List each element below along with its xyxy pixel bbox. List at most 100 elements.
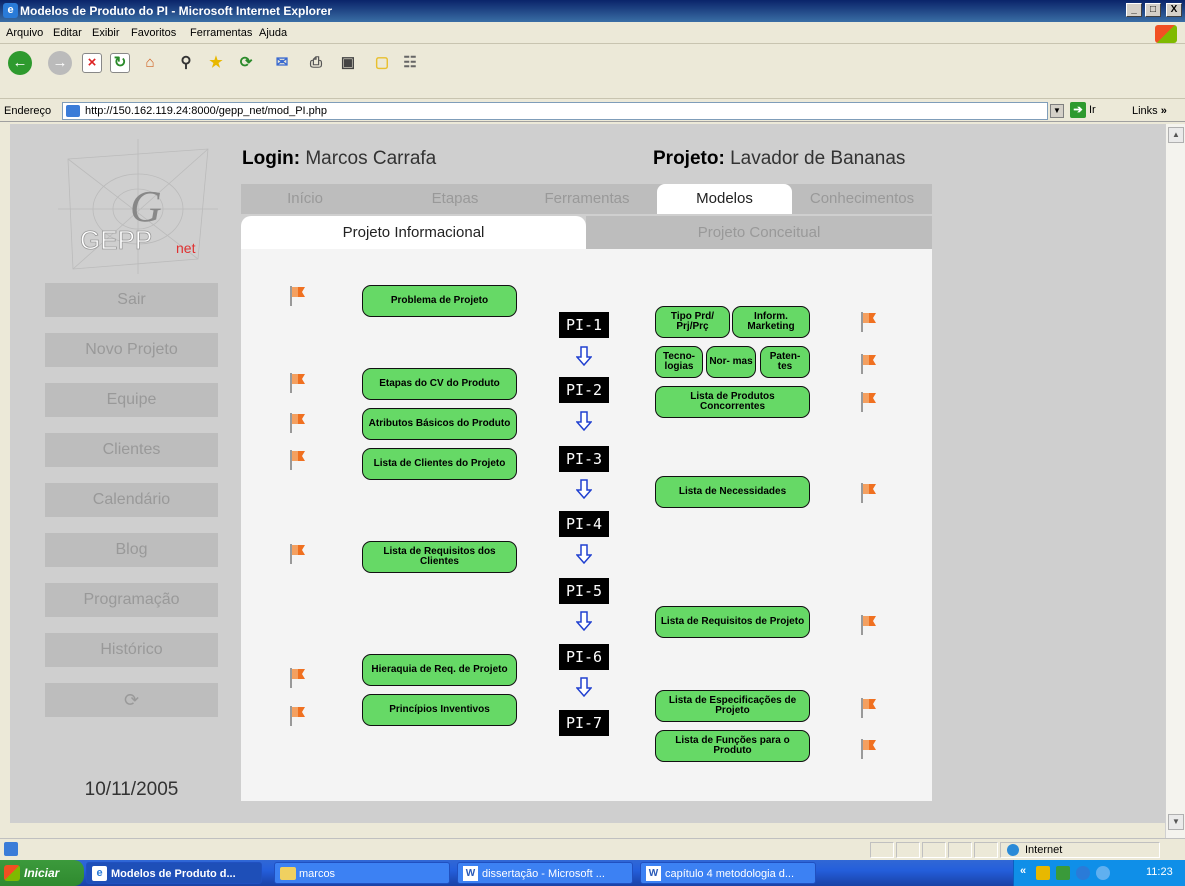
flag-icon[interactable] xyxy=(860,697,878,719)
sidebar-programacao[interactable]: Programação xyxy=(45,583,218,617)
task-dissertacao[interactable]: Wdissertação - Microsoft ... xyxy=(457,862,633,884)
sidebar-calendario[interactable]: Calendário xyxy=(45,483,218,517)
sidebar-blog[interactable]: Blog xyxy=(45,533,218,567)
address-input[interactable]: http://150.162.119.24:8000/gepp_net/mod_… xyxy=(62,102,1048,120)
model-problema-de-projeto[interactable]: Problema de Projeto xyxy=(362,285,517,317)
address-dropdown-icon[interactable]: ▼ xyxy=(1050,104,1064,118)
model-hierarquia-req[interactable]: Hieraquia de Req. de Projeto xyxy=(362,654,517,686)
flag-icon[interactable] xyxy=(860,391,878,413)
tab-conhecimentos[interactable]: Conhecimentos xyxy=(797,184,927,214)
login-info: Login: Marcos Carrafa xyxy=(242,148,436,170)
back-icon[interactable]: ← xyxy=(8,51,32,75)
forward-icon[interactable]: → xyxy=(48,51,72,75)
close-button[interactable]: X xyxy=(1166,3,1182,17)
model-produtos-concorrentes[interactable]: Lista de Produtos Concorrentes xyxy=(655,386,810,418)
volume-icon[interactable] xyxy=(1056,866,1070,880)
model-principios-inventivos[interactable]: Princípios Inventivos xyxy=(362,694,517,726)
gepp-net-logo: G GEPP net xyxy=(58,139,218,274)
flag-icon[interactable] xyxy=(289,449,307,471)
print-icon[interactable]: ⎙ xyxy=(304,51,328,75)
scroll-down-icon[interactable]: ▼ xyxy=(1168,814,1184,830)
phase-pi-1[interactable]: PI-1 xyxy=(559,312,609,338)
sidebar-refresh-button[interactable]: ⟳ xyxy=(45,683,218,717)
minimize-button[interactable]: _ xyxy=(1126,3,1142,17)
model-tecnologias[interactable]: Tecno- logias xyxy=(655,346,703,378)
phase-pi-7[interactable]: PI-7 xyxy=(559,710,609,736)
start-label: Iniciar xyxy=(24,866,60,880)
phase-pi-5[interactable]: PI-5 xyxy=(559,578,609,604)
model-lista-requisitos-clientes[interactable]: Lista de Requisitos dos Clientes xyxy=(362,541,517,573)
menu-favoritos[interactable]: Favoritos xyxy=(131,27,176,39)
task-ie[interactable]: e Modelos de Produto d... xyxy=(86,862,262,884)
model-inform-marketing[interactable]: Inform. Marketing xyxy=(732,306,810,338)
edit-icon[interactable]: ▣ xyxy=(336,51,360,75)
flag-icon[interactable] xyxy=(289,285,307,307)
search-icon[interactable]: ⚲ xyxy=(174,51,198,75)
menu-ferramentas[interactable]: Ferramentas xyxy=(190,27,252,39)
sidebar-clientes[interactable]: Clientes xyxy=(45,433,218,467)
maximize-button[interactable]: □ xyxy=(1145,3,1161,17)
model-lista-clientes[interactable]: Lista de Clientes do Projeto xyxy=(362,448,517,480)
menu-exibir[interactable]: Exibir xyxy=(92,27,120,39)
model-lista-necessidades[interactable]: Lista de Necessidades xyxy=(655,476,810,508)
mail-icon[interactable]: ✉ xyxy=(270,51,294,75)
favorites-icon[interactable]: ★ xyxy=(204,51,228,75)
model-etapas-cv[interactable]: Etapas do CV do Produto xyxy=(362,368,517,400)
stop-icon[interactable]: × xyxy=(82,53,102,73)
flag-icon[interactable] xyxy=(860,311,878,333)
down-arrow-icon xyxy=(576,411,592,431)
phase-pi-2[interactable]: PI-2 xyxy=(559,377,609,403)
flag-icon[interactable] xyxy=(289,667,307,689)
flag-icon[interactable] xyxy=(860,353,878,375)
links-button[interactable]: Links » xyxy=(1132,105,1167,117)
flag-icon[interactable] xyxy=(860,614,878,636)
model-especificacoes-projeto[interactable]: Lista de Especificações de Projeto xyxy=(655,690,810,722)
sidebar-novo-projeto[interactable]: Novo Projeto xyxy=(45,333,218,367)
update-icon[interactable] xyxy=(1096,866,1110,880)
network-icon[interactable] xyxy=(1036,866,1050,880)
model-funcoes-produto[interactable]: Lista de Funções para o Produto xyxy=(655,730,810,762)
task-marcos[interactable]: marcos xyxy=(274,862,450,884)
phase-pi-4[interactable]: PI-4 xyxy=(559,511,609,537)
vertical-scrollbar[interactable]: ▲ ▼ xyxy=(1165,124,1185,838)
folder-icon[interactable]: ▢ xyxy=(370,51,394,75)
flag-icon[interactable] xyxy=(289,705,307,727)
ie-task-icon: e xyxy=(92,866,107,881)
tab-modelos[interactable]: Modelos xyxy=(657,184,792,214)
model-patentes[interactable]: Paten- tes xyxy=(760,346,810,378)
sidebar-sair[interactable]: Sair xyxy=(45,283,218,317)
refresh-icon[interactable]: ↻ xyxy=(110,53,130,73)
subtab-projeto-conceitual[interactable]: Projeto Conceitual xyxy=(586,216,932,249)
flag-icon[interactable] xyxy=(860,738,878,760)
model-requisitos-projeto[interactable]: Lista de Requisitos de Projeto xyxy=(655,606,810,638)
flag-icon[interactable] xyxy=(289,372,307,394)
tab-ferramentas[interactable]: Ferramentas xyxy=(532,184,642,214)
phase-pi-3[interactable]: PI-3 xyxy=(559,446,609,472)
scroll-up-icon[interactable]: ▲ xyxy=(1168,127,1184,143)
tab-etapas[interactable]: Etapas xyxy=(400,184,510,214)
start-button[interactable]: Iniciar xyxy=(0,860,84,886)
messenger-icon[interactable] xyxy=(1076,866,1090,880)
go-button[interactable]: ➔ Ir xyxy=(1070,102,1096,118)
menu-arquivo[interactable]: Arquivo xyxy=(6,27,43,39)
flag-icon[interactable] xyxy=(289,543,307,565)
home-icon[interactable]: ⌂ xyxy=(138,51,162,75)
task-capitulo-label: capítulo 4 metodologia d... xyxy=(665,868,795,880)
project-value: Lavador de Bananas xyxy=(730,148,906,169)
media-icon[interactable]: ☷ xyxy=(398,51,422,75)
tray-expand-icon[interactable]: « xyxy=(1020,865,1026,877)
phase-pi-6[interactable]: PI-6 xyxy=(559,644,609,670)
tab-inicio[interactable]: Início xyxy=(250,184,360,214)
task-capitulo[interactable]: Wcapítulo 4 metodologia d... xyxy=(640,862,816,884)
subtab-projeto-informacional[interactable]: Projeto Informacional xyxy=(241,216,586,249)
history-icon[interactable]: ⟳ xyxy=(234,51,258,75)
model-atributos-basicos[interactable]: Atributos Básicos do Produto xyxy=(362,408,517,440)
sidebar-equipe[interactable]: Equipe xyxy=(45,383,218,417)
sidebar-historico[interactable]: Histórico xyxy=(45,633,218,667)
menu-ajuda[interactable]: Ajuda xyxy=(259,27,287,39)
model-normas[interactable]: Nor- mas xyxy=(706,346,756,378)
menu-editar[interactable]: Editar xyxy=(53,27,82,39)
model-tipo-prd[interactable]: Tipo Prd/ Prj/Prç xyxy=(655,306,730,338)
flag-icon[interactable] xyxy=(860,482,878,504)
flag-icon[interactable] xyxy=(289,412,307,434)
